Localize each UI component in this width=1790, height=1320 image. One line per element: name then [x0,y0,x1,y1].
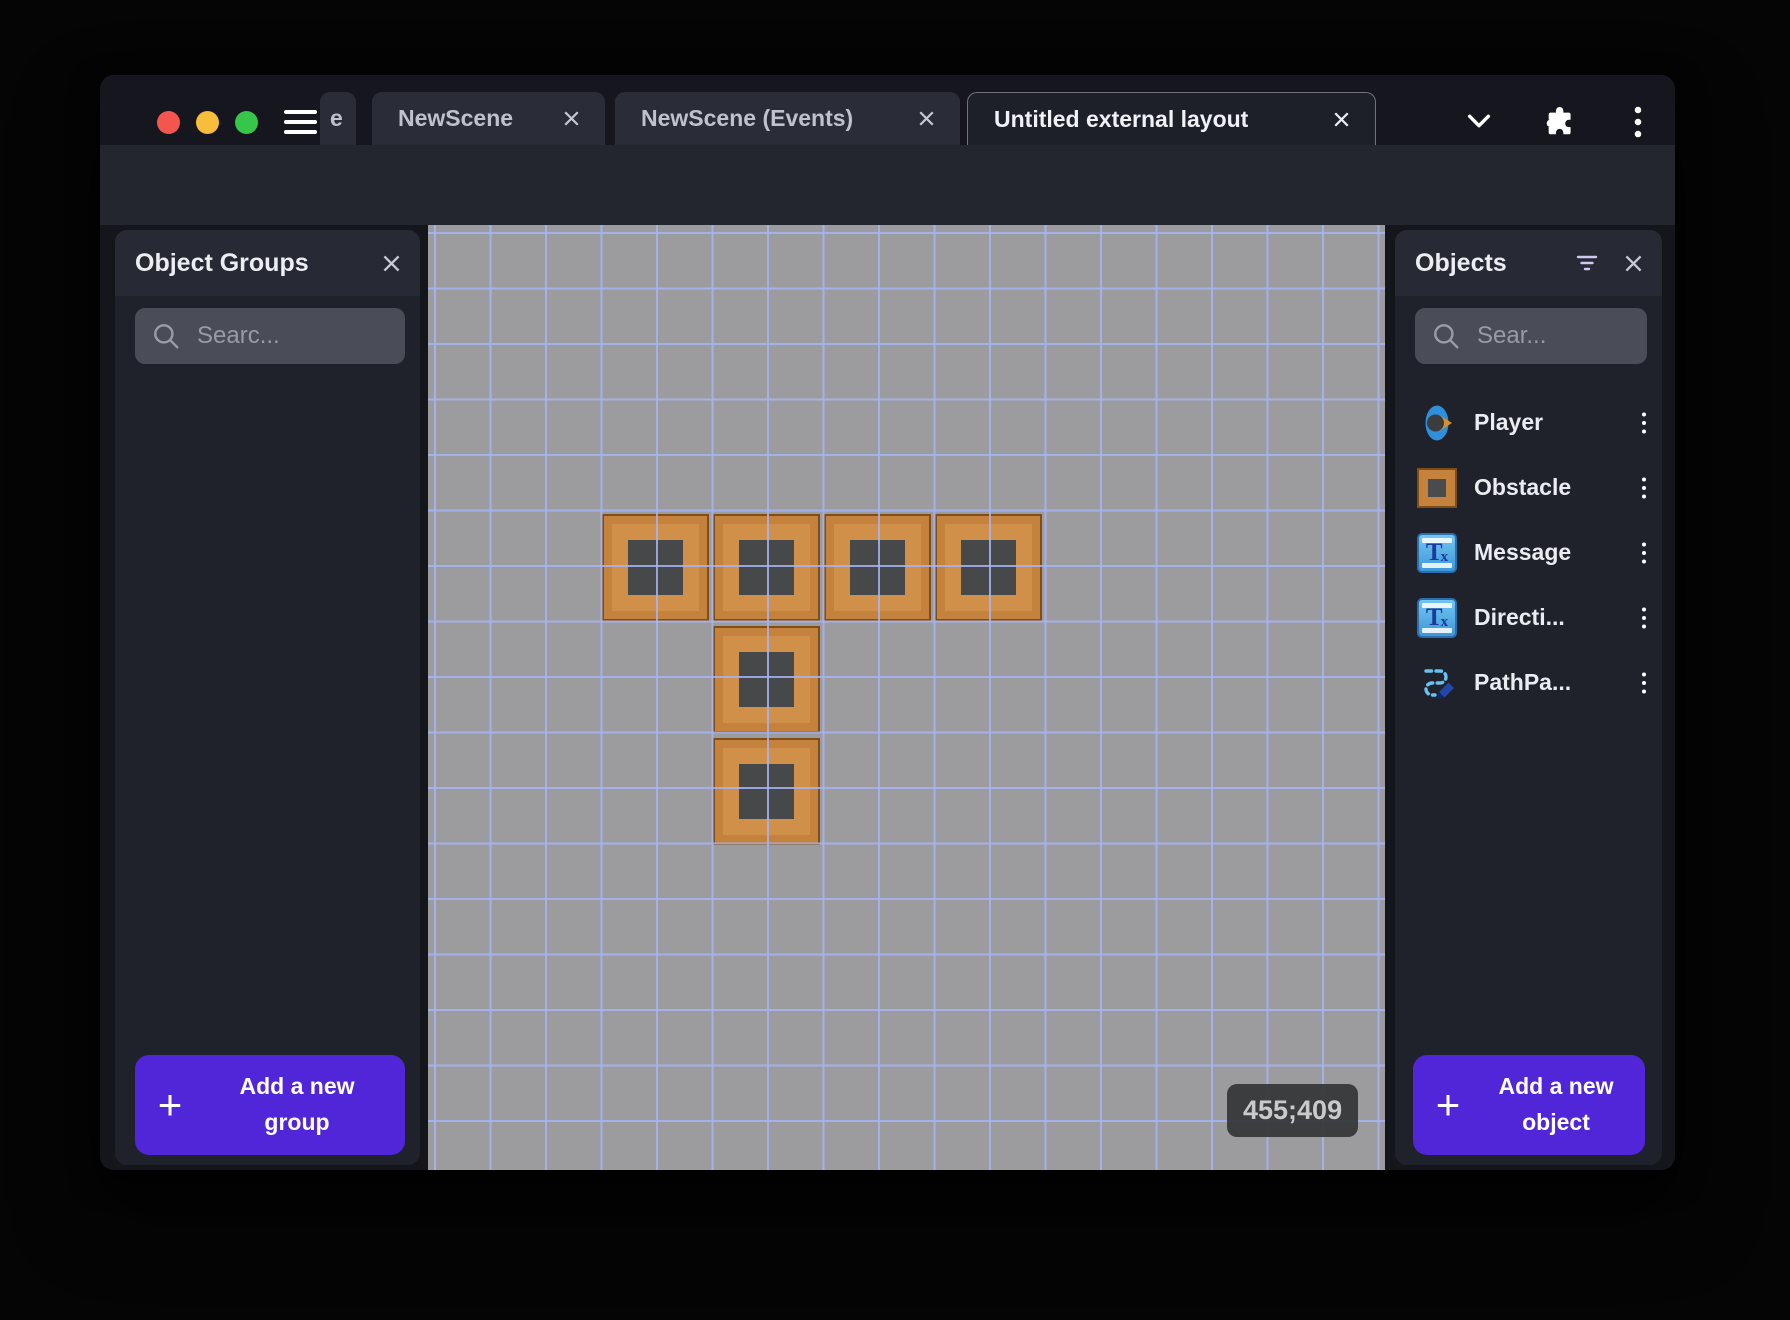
obstacle-instance[interactable] [935,514,1042,621]
obstacle-instance[interactable] [713,514,820,621]
close-icon[interactable] [1334,111,1349,127]
obstacle-instance[interactable] [713,626,820,733]
minimize-window-button[interactable] [196,111,219,134]
chevron-down-icon[interactable] [1463,105,1495,137]
obstacle-instance[interactable] [824,514,931,621]
tab-untitled-external-layout[interactable]: Untitled external layout [967,92,1376,145]
search-input[interactable] [197,322,389,350]
tab-newscene[interactable]: NewScene [372,92,605,145]
object-name: Obstacle [1474,474,1572,500]
objects-panel: Objects Player Obstacle Tx Message Tx Di… [1395,230,1662,1165]
close-icon[interactable] [919,111,934,126]
object-list-item[interactable]: PathPa... [1395,650,1662,715]
plus-icon: + [157,1081,183,1128]
filter-icon[interactable] [1575,251,1599,275]
obstacle-instance[interactable] [713,738,820,845]
hamburger-icon[interactable] [284,108,317,136]
object-list-item[interactable]: Obstacle [1395,455,1662,520]
object-name: Message [1474,539,1572,565]
tab-partial-label: e [330,105,343,131]
close-icon[interactable] [1625,255,1642,272]
grid-overlay [428,225,1385,1170]
path-paint-icon [1424,668,1454,700]
kebab-menu-icon[interactable] [1632,105,1644,139]
player-icon [1425,405,1452,440]
scene-canvas[interactable]: 455;409 [428,225,1385,1170]
object-list-item[interactable]: Tx Message [1395,520,1662,585]
text-object-icon: Tx [1417,532,1457,573]
titlebar: e NewScene NewScene (Events) Untitled ex… [100,75,1675,145]
object-list-item[interactable]: Tx Directi... [1395,585,1662,650]
object-name: PathPa... [1474,669,1572,695]
close-window-button[interactable] [157,111,180,134]
close-icon[interactable] [383,255,400,272]
plus-icon: + [1435,1081,1461,1128]
close-icon[interactable] [564,111,579,126]
object-list-item[interactable]: Player [1395,390,1662,455]
object-groups-title: Object Groups [135,248,309,277]
object-groups-search[interactable] [135,308,405,364]
obstacle-icon [1417,467,1457,508]
object-groups-panel: Object Groups + Add a new group [115,230,420,1165]
object-menu-icon[interactable] [1640,539,1648,567]
tab-label: NewScene [398,105,514,131]
tab-newscene-events[interactable]: NewScene (Events) [615,92,960,145]
tab-partial[interactable]: e [320,92,356,145]
text-object-icon: Tx [1417,597,1457,638]
tab-label: Untitled external layout [994,105,1249,132]
search-input[interactable] [1477,322,1631,350]
puzzle-icon[interactable] [1544,105,1576,137]
search-icon [154,324,179,349]
objects-title: Objects [1415,248,1507,277]
object-menu-icon[interactable] [1640,474,1648,502]
editor-content: 455;409 Object Groups + Add a new group … [100,225,1675,1170]
cursor-coordinates-badge: 455;409 [1227,1084,1359,1137]
add-group-button[interactable]: + Add a new group [135,1055,405,1155]
tab-label: NewScene (Events) [641,105,854,131]
object-name: Player [1474,409,1544,435]
object-menu-icon[interactable] [1640,409,1648,437]
search-icon [1434,324,1459,349]
object-menu-icon[interactable] [1640,604,1648,632]
obstacle-instance[interactable] [602,514,709,621]
toolbar: Preview Publish [100,145,1675,284]
fullscreen-window-button[interactable] [235,111,258,134]
objects-search[interactable] [1415,308,1647,364]
add-object-button[interactable]: + Add a new object [1413,1055,1645,1155]
objects-list: Player Obstacle Tx Message Tx Directi...… [1395,390,1662,715]
app-window: e NewScene NewScene (Events) Untitled ex… [100,75,1675,1170]
object-menu-icon[interactable] [1640,669,1648,697]
object-name: Directi... [1474,604,1565,630]
